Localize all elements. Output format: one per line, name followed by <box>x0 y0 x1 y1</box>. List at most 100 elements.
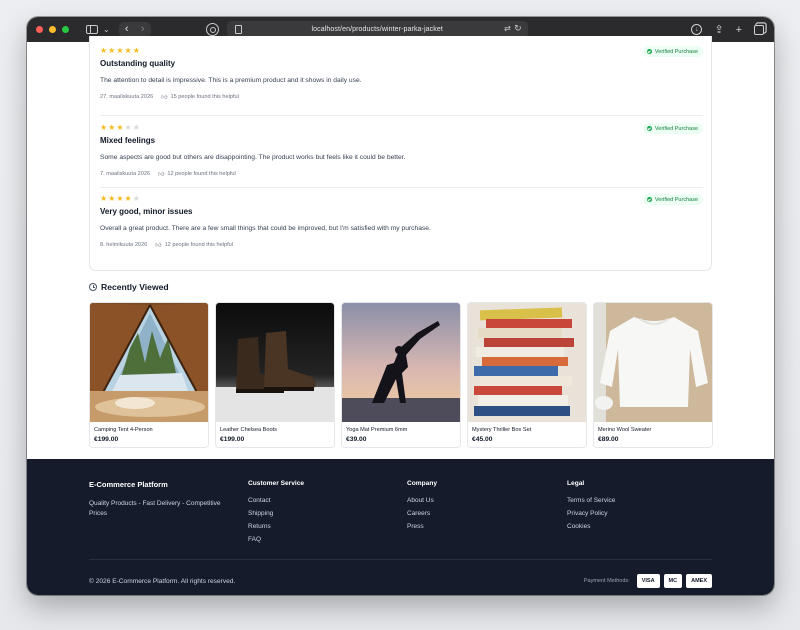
footer-link-faq[interactable]: FAQ <box>248 536 304 543</box>
footer-brand: E-Commerce Platform <box>89 480 168 489</box>
payment-methods: Payment Methods: VISA MC AMEX <box>584 574 712 588</box>
check-circle-icon <box>646 126 652 131</box>
star-icon: ★ <box>116 194 125 203</box>
product-image[interactable] <box>594 303 712 422</box>
divider <box>100 115 703 116</box>
star-icon: ★ <box>100 123 109 132</box>
sidebar-toggle-icon[interactable] <box>86 25 98 34</box>
product-card[interactable]: Leather Chelsea Boots €199.00 <box>215 302 335 448</box>
review-meta: 27. maaliskuuta 2026 👍︎ 15 people found … <box>100 93 703 101</box>
product-name[interactable]: Leather Chelsea Boots <box>220 427 334 433</box>
product-card[interactable]: Mystery Thriller Box Set €45.00 <box>467 302 587 448</box>
toolbar-right: ↓ ⇪ + <box>691 23 764 36</box>
thumbs-up-icon: 👍︎ <box>161 95 168 101</box>
footer-legal: Legal Terms of Service Privacy Policy Co… <box>567 480 615 530</box>
downloads-icon[interactable]: ↓ <box>691 24 703 35</box>
product-price: €39.00 <box>346 436 367 443</box>
recently-viewed-header: Recently Viewed <box>89 282 169 292</box>
product-name[interactable]: Yoga Mat Premium 6mm <box>346 427 460 433</box>
review-meta: 7. maaliskuuta 2026 👍︎ 12 people found t… <box>100 170 703 178</box>
yoga-silhouette-photo <box>342 303 460 422</box>
star-icon: ★ <box>132 194 141 203</box>
product-price: €199.00 <box>94 436 119 443</box>
star-rating: ★★★★★ <box>100 46 703 56</box>
product-image[interactable] <box>468 303 586 422</box>
review-title: Mixed feelings <box>100 136 156 145</box>
review-meta: 8. helmikuuta 2026 👍︎ 12 people found th… <box>100 241 703 249</box>
review-title: Outstanding quality <box>100 59 176 68</box>
footer-heading: Legal <box>567 480 585 487</box>
back-button[interactable]: ‹ <box>119 22 135 37</box>
site-footer: E-Commerce Platform Quality Products - F… <box>27 459 774 595</box>
footer-link-cookies[interactable]: Cookies <box>567 523 615 530</box>
star-icon: ★ <box>124 123 133 132</box>
product-image[interactable] <box>342 303 460 422</box>
review-body: Some aspects are good but others are dis… <box>100 154 406 161</box>
payment-label: Payment Methods: <box>583 578 630 584</box>
product-name[interactable]: Mystery Thriller Box Set <box>472 427 586 433</box>
page-icon <box>234 25 242 34</box>
reload-icon[interactable]: ↻ <box>514 23 522 34</box>
product-card[interactable]: Camping Tent 4-Person €199.00 <box>89 302 209 448</box>
visa-badge: VISA <box>636 574 660 588</box>
clock-icon <box>89 283 97 291</box>
footer-link-press[interactable]: Press <box>407 523 437 530</box>
star-icon: ★ <box>124 194 133 203</box>
helpful-button[interactable]: 👍︎ 15 people found this helpful <box>161 93 239 101</box>
footer-link-contact[interactable]: Contact <box>248 497 304 504</box>
navigation-buttons: ‹ › <box>118 22 151 37</box>
footer-link-shipping[interactable]: Shipping <box>248 510 304 517</box>
star-icon: ★ <box>132 46 141 55</box>
translate-icon[interactable]: ⇄ <box>504 24 511 33</box>
footer-link-about-us[interactable]: About Us <box>407 497 437 504</box>
footer-brand-column: E-Commerce Platform Quality Products - F… <box>89 480 237 519</box>
tab-overview-icon[interactable] <box>754 24 764 35</box>
product-card[interactable]: Yoga Mat Premium 6mm €39.00 <box>341 302 461 448</box>
review-date: 7. maaliskuuta 2026 <box>100 171 151 177</box>
footer-link-returns[interactable]: Returns <box>248 523 304 530</box>
chevron-down-icon[interactable]: ⌄ <box>103 25 110 34</box>
check-circle-icon <box>646 49 652 54</box>
review-body: The attention to detail is impressive. T… <box>100 77 362 84</box>
footer-link-terms[interactable]: Terms of Service <box>567 497 615 504</box>
camping-tent-photo <box>90 303 208 422</box>
window-controls <box>36 26 69 33</box>
zoom-window-button[interactable] <box>62 26 69 33</box>
helpful-button[interactable]: 👍︎ 12 people found this helpful <box>155 241 233 249</box>
review-date: 8. helmikuuta 2026 <box>100 242 148 248</box>
forward-button[interactable]: › <box>135 22 151 37</box>
mastercard-badge: MC <box>663 574 683 588</box>
star-icon: ★ <box>100 194 109 203</box>
recently-viewed-list: Camping Tent 4-Person €199.00 Leather Ch… <box>89 302 713 448</box>
thumbs-up-icon: 👍︎ <box>158 172 165 178</box>
star-icon: ★ <box>132 123 141 132</box>
share-icon[interactable]: ⇪ <box>714 23 723 36</box>
product-image[interactable] <box>90 303 208 422</box>
product-name[interactable]: Merino Wool Sweater <box>598 427 712 433</box>
book-stack-photo <box>468 303 586 422</box>
product-card[interactable]: Merino Wool Sweater €89.00 <box>593 302 713 448</box>
review-item: ★★★★★ Very good, minor issues Overall a … <box>100 194 703 249</box>
helpful-button[interactable]: 👍︎ 12 people found this helpful <box>158 170 236 178</box>
review-title: Very good, minor issues <box>100 207 193 216</box>
footer-heading: Customer Service <box>248 480 305 487</box>
verified-purchase-badge: Verified Purchase <box>642 46 703 57</box>
privacy-report-icon[interactable] <box>205 23 219 36</box>
verified-label: Verified Purchase <box>654 196 698 203</box>
page-content: ★★★★★ Outstanding quality The attention … <box>27 36 774 595</box>
new-tab-icon[interactable]: + <box>736 24 742 36</box>
minimize-window-button[interactable] <box>49 26 56 33</box>
divider <box>100 187 703 188</box>
star-icon: ★ <box>100 46 109 55</box>
thumbs-up-icon: 👍︎ <box>155 243 162 249</box>
star-rating: ★★★★★ <box>100 194 703 204</box>
product-price: €89.00 <box>598 436 619 443</box>
close-window-button[interactable] <box>36 26 43 33</box>
reviews-list: ★★★★★ Outstanding quality The attention … <box>89 36 712 271</box>
footer-link-privacy[interactable]: Privacy Policy <box>567 510 615 517</box>
product-image[interactable] <box>216 303 334 422</box>
url-text[interactable]: localhost/en/products/winter-parka-jacke… <box>227 26 528 33</box>
product-name[interactable]: Camping Tent 4-Person <box>94 427 208 433</box>
footer-link-careers[interactable]: Careers <box>407 510 437 517</box>
helpful-count: 12 people found this helpful <box>164 242 233 248</box>
